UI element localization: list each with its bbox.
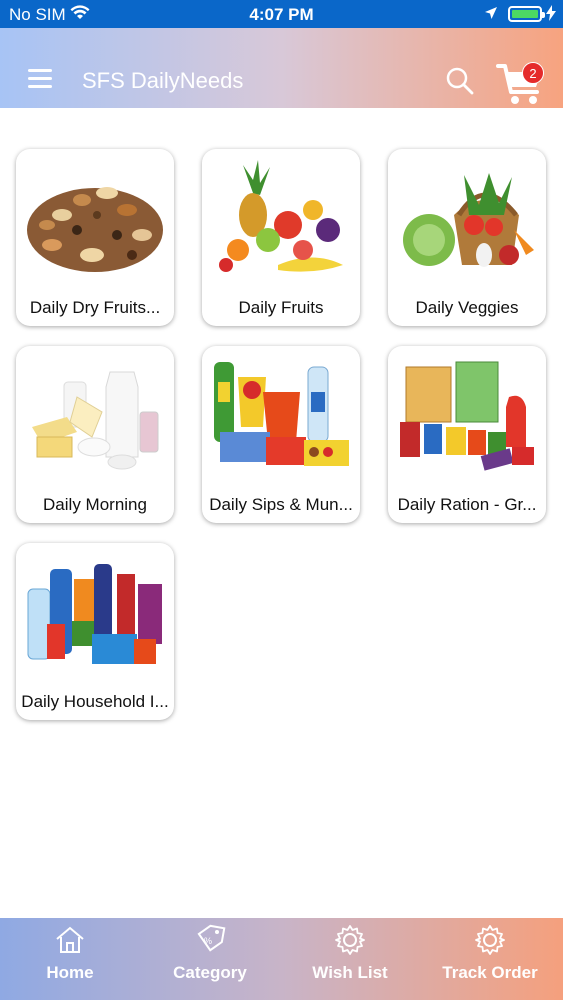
category-label: Daily Household I... [21,692,169,711]
dry-fruits-image [27,187,163,272]
clock: 4:07 PM [249,5,314,24]
menu-button[interactable] [28,69,52,89]
category-card-veggies[interactable]: Daily Veggies [388,149,546,326]
household-image [27,564,162,664]
category-card-fruits[interactable]: Daily Fruits [202,149,360,326]
svg-text:%: % [204,936,212,946]
snacks-drinks-image [214,362,349,466]
bottom-nav: Home % Category Wish List Track Order [0,918,563,1000]
category-card-dry-fruits[interactable]: Daily Dry Fruits... [16,149,174,326]
category-tag-icon: % [197,924,226,952]
gear-icon [475,925,505,955]
category-label: Daily Sips & Mun... [209,495,353,514]
home-icon [56,926,84,953]
location-arrow-icon [485,7,497,19]
category-label: Daily Fruits [238,298,324,317]
app-header: SFS DailyNeeds [0,28,563,108]
nav-track-order-label: Track Order [442,963,538,982]
nav-category[interactable]: % Category [140,918,280,1000]
nav-home-label: Home [46,963,94,982]
category-card-household[interactable]: Daily Household I... [16,543,174,720]
charging-bolt-icon [546,5,556,21]
nav-category-label: Category [173,963,247,982]
dairy-image [32,371,159,470]
category-label: Daily Veggies [415,298,519,317]
cart-count-badge: 2 [522,62,544,84]
fruits-image [219,160,343,272]
nav-wish-list[interactable]: Wish List [280,918,420,1000]
gear-icon [335,925,365,955]
veggies-image [403,173,534,267]
status-bar: No SIM 4:07 PM [0,0,563,28]
nav-wish-list-label: Wish List [312,963,388,982]
battery-icon [508,6,545,22]
category-label: Daily Dry Fruits... [29,298,161,317]
category-card-ration-grocery[interactable]: Daily Ration - Gr... [388,346,546,523]
category-label: Daily Morning [43,495,147,514]
grocery-image [400,361,534,471]
search-icon[interactable] [445,66,475,96]
category-label: Daily Ration - Gr... [397,495,537,514]
category-card-sips-munchies[interactable]: Daily Sips & Mun... [202,346,360,523]
nav-track-order[interactable]: Track Order [420,918,560,1000]
category-card-morning[interactable]: Daily Morning [16,346,174,523]
app-title: SFS DailyNeeds [82,68,244,93]
nav-home[interactable]: Home [0,918,140,1000]
